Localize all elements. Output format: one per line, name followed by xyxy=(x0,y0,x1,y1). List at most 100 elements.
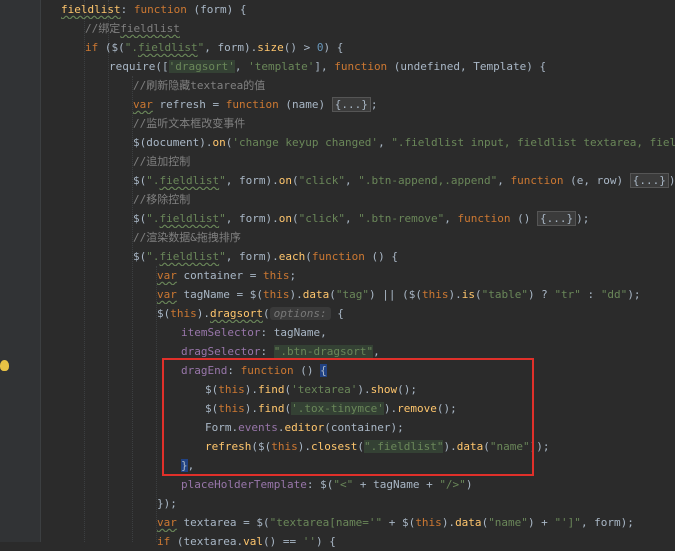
code-token: , xyxy=(234,60,249,73)
code-token: ); xyxy=(668,174,675,187)
code-token: " xyxy=(219,250,226,263)
code-line[interactable]: $(this).dragsort(options: { xyxy=(0,304,675,323)
code-line[interactable]: //渲染数据&拖拽排序 xyxy=(0,228,675,247)
code-line[interactable]: var tagName = $(this).data("tag") || ($(… xyxy=(0,285,675,304)
code-token: ; xyxy=(370,98,378,111)
code-token: size xyxy=(257,41,284,54)
code-token: ; xyxy=(289,269,297,282)
code-token: fieldlist xyxy=(61,3,121,16)
code-token: fieldlist xyxy=(159,174,220,187)
code-line[interactable]: //刷新隐藏textarea的值 xyxy=(0,76,675,95)
code-token: itemSelector xyxy=(181,326,261,339)
code-token: function xyxy=(334,60,388,73)
code-token: 'template' xyxy=(248,60,315,73)
code-token: "name" xyxy=(488,516,528,529)
code-token: dragSelector xyxy=(181,345,261,358)
code-token: "tag" xyxy=(335,288,369,301)
code-token: options: xyxy=(269,307,331,320)
code-token: refresh = xyxy=(152,98,226,111)
code-token: (form) { xyxy=(186,3,247,16)
code-token: //刷新隐藏textarea的值 xyxy=(133,79,266,92)
code-token: ). xyxy=(289,288,303,301)
code-token: this xyxy=(262,288,290,301)
code-line[interactable]: $(document).on('change keyup changed', "… xyxy=(0,133,675,152)
code-token: {...} xyxy=(537,211,577,226)
code-line[interactable]: //绑定fieldlist xyxy=(0,19,675,38)
code-token: { xyxy=(330,307,344,320)
code-token: function xyxy=(457,212,511,225)
code-token: "<" xyxy=(333,478,354,491)
code-line[interactable]: var refresh = function (name) {...}; xyxy=(0,95,675,114)
code-token: ); xyxy=(627,288,641,301)
code-token: ( xyxy=(474,288,482,301)
code-line[interactable]: $(".fieldlist", form).on("click", ".btn-… xyxy=(0,171,675,190)
code-token: on xyxy=(212,136,226,149)
code-token: this xyxy=(262,269,290,282)
code-line[interactable]: placeHolderTemplate: $("<" + tagName + "… xyxy=(0,475,675,494)
code-token: $( xyxy=(133,174,147,187)
code-token: "dd" xyxy=(600,288,628,301)
code-token: ). xyxy=(196,307,210,320)
code-line[interactable]: if ($(".fieldlist", form).size() > 0) { xyxy=(0,38,675,57)
code-token: "textarea[name='" xyxy=(269,516,383,529)
code-token: container = xyxy=(176,269,263,282)
code-line[interactable]: //监听文本框改变事件 xyxy=(0,114,675,133)
code-line[interactable]: var container = this; xyxy=(0,266,675,285)
code-token: function xyxy=(133,3,187,16)
code-token: $( xyxy=(133,212,147,225)
code-token: ( xyxy=(291,212,299,225)
code-line[interactable]: //移除控制 xyxy=(0,190,675,209)
code-token: () xyxy=(510,212,538,225)
code-token: fieldlist xyxy=(159,250,220,263)
code-token: $( xyxy=(157,307,171,320)
code-token: , xyxy=(373,345,380,358)
code-token: ). xyxy=(448,288,462,301)
code-line[interactable]: }); xyxy=(0,494,675,513)
code-token: textarea = $( xyxy=(176,516,270,529)
code-token: "/>" xyxy=(439,478,466,491)
highlight-annotation-box xyxy=(162,358,534,476)
code-token: : xyxy=(260,345,274,358)
code-token: () > xyxy=(283,41,317,54)
code-token: ) ? xyxy=(527,288,555,301)
code-token: "click" xyxy=(298,174,345,187)
code-token: $( xyxy=(133,250,147,263)
code-line[interactable]: //追加控制 xyxy=(0,152,675,171)
code-token: tagName = $( xyxy=(176,288,263,301)
code-line[interactable]: fieldlist: function (form) { xyxy=(0,0,675,19)
code-token: ) || ($( xyxy=(368,288,422,301)
code-token: $(document). xyxy=(133,136,213,149)
code-token: , form). xyxy=(204,41,258,54)
code-token: this xyxy=(170,307,197,320)
code-token: ". xyxy=(124,41,138,54)
code-token: ( xyxy=(329,288,336,301)
code-line[interactable]: $(".fieldlist", form).each(function () { xyxy=(0,247,675,266)
code-token: if xyxy=(85,41,99,54)
code-token: var xyxy=(157,269,177,282)
code-line[interactable]: $(".fieldlist", form).on("click", ".btn-… xyxy=(0,209,675,228)
code-token: ".btn-dragsort" xyxy=(273,345,374,358)
code-token: "']" xyxy=(554,516,581,529)
code-line[interactable]: itemSelector: tagName, xyxy=(0,323,675,342)
code-token: fieldlist xyxy=(120,22,180,35)
code-token: ". xyxy=(146,212,160,225)
code-token: this xyxy=(421,288,449,301)
code-token: , xyxy=(344,212,359,225)
code-token: on xyxy=(278,212,292,225)
code-line[interactable]: var textarea = $("textarea[name='" + $(t… xyxy=(0,513,675,532)
code-token: //监听文本框改变事件 xyxy=(133,117,246,130)
code-token: ) { xyxy=(323,41,344,54)
code-token: //移除控制 xyxy=(133,193,191,206)
code-token: ], xyxy=(314,60,335,73)
code-token: , form); xyxy=(580,516,634,529)
code-token: ); xyxy=(576,212,590,225)
code-token: function xyxy=(225,98,279,111)
code-token: , form). xyxy=(225,174,279,187)
code-token: placeHolderTemplate xyxy=(181,478,307,491)
code-token: () { xyxy=(364,250,398,263)
code-token: data xyxy=(302,288,330,301)
code-token: : tagName, xyxy=(260,326,327,339)
code-token: //追加控制 xyxy=(133,155,191,168)
code-line[interactable]: require(['dragsort', 'template'], functi… xyxy=(0,57,675,76)
code-token: , form). xyxy=(225,212,279,225)
